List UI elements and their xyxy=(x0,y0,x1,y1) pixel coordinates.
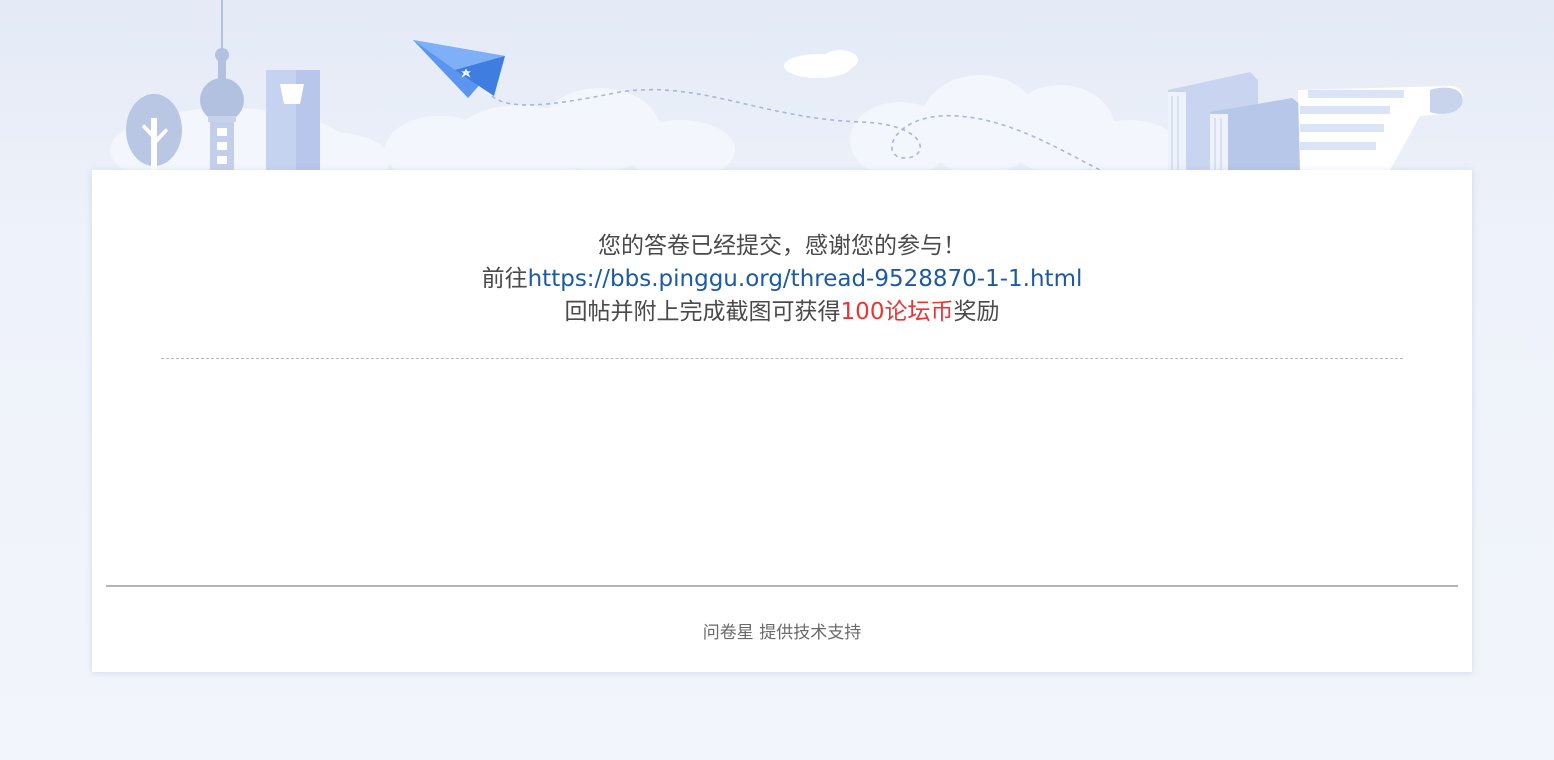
dashed-divider xyxy=(161,358,1403,359)
thanks-line: 您的答卷已经提交，感谢您的参与！ xyxy=(598,233,966,259)
goto-label: 前往 xyxy=(481,266,528,292)
result-card: 您的答卷已经提交，感谢您的参与！ 前往https://bbs.pinggu.or… xyxy=(92,170,1472,672)
paper-plane-icon xyxy=(413,40,505,98)
reward-suffix: 奖励 xyxy=(953,299,1000,325)
reward-line: 回帖并附上完成截图可获得100论坛币奖励 xyxy=(92,296,1472,329)
footer-divider xyxy=(106,585,1458,587)
skyscraper-icon xyxy=(266,70,320,170)
instruction-line: 前往https://bbs.pinggu.org/thread-9528870-… xyxy=(92,263,1472,296)
document-icon xyxy=(1298,86,1463,170)
books-icon xyxy=(1168,72,1302,170)
header-illustration xyxy=(110,0,1463,172)
forum-thread-link[interactable]: https://bbs.pinggu.org/thread-9528870-1-… xyxy=(528,266,1083,292)
footer-credit: 问卷星 提供技术支持 xyxy=(702,623,862,643)
completion-message: 您的答卷已经提交，感谢您的参与！ 前往https://bbs.pinggu.or… xyxy=(92,230,1472,329)
reward-prefix: 回帖并附上完成截图可获得 xyxy=(564,299,841,325)
reward-amount: 100论坛币 xyxy=(840,299,954,325)
